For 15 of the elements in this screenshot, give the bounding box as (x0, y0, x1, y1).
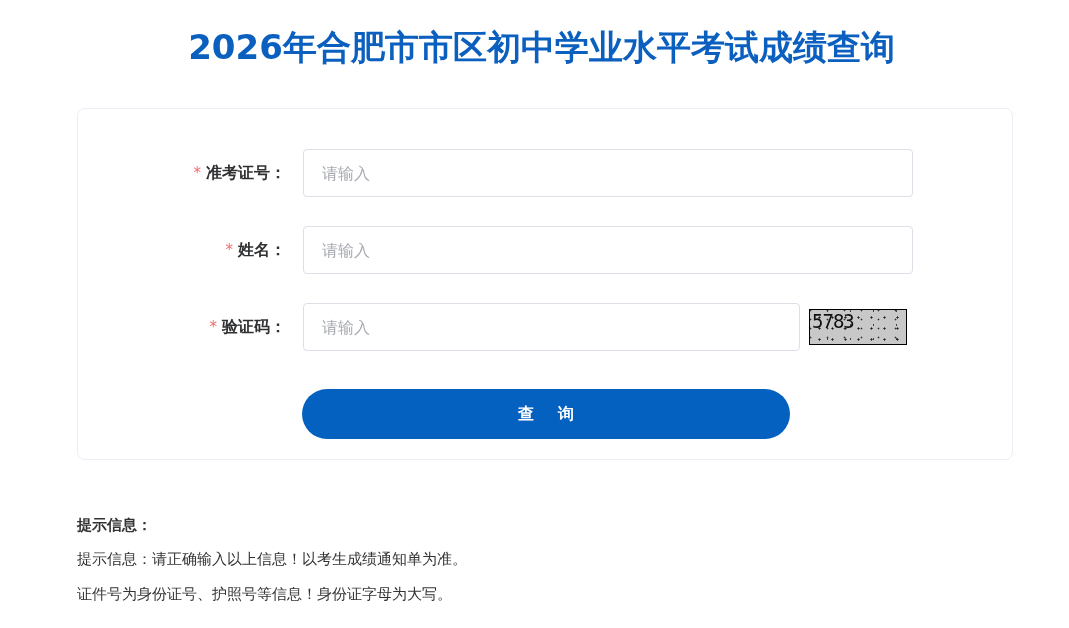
page-title: 2026年合肥市市区初中学业水平考试成绩查询 (188, 26, 895, 68)
required-mark: * (209, 318, 217, 336)
field-label: 验证码： (222, 316, 286, 338)
field-label: 姓名： (238, 239, 286, 261)
input-field[interactable]: 请输入 (303, 226, 913, 274)
input-field[interactable]: 请输入 (303, 149, 913, 197)
notes-text: 证件号为身份证号、护照号等信息！身份证字母为大写。 (77, 584, 452, 605)
required-mark: * (193, 164, 201, 182)
input-field[interactable]: 请输入 (303, 303, 800, 351)
captcha-image[interactable]: 5783 (809, 309, 907, 345)
required-mark: * (225, 241, 233, 259)
query-button[interactable]: 查 询 (302, 389, 790, 439)
field-label: 准考证号： (206, 162, 286, 184)
notes-text: 提示信息：请正确输入以上信息！以考生成绩通知单为准。 (77, 549, 467, 570)
notes-heading: 提示信息： (77, 515, 152, 535)
